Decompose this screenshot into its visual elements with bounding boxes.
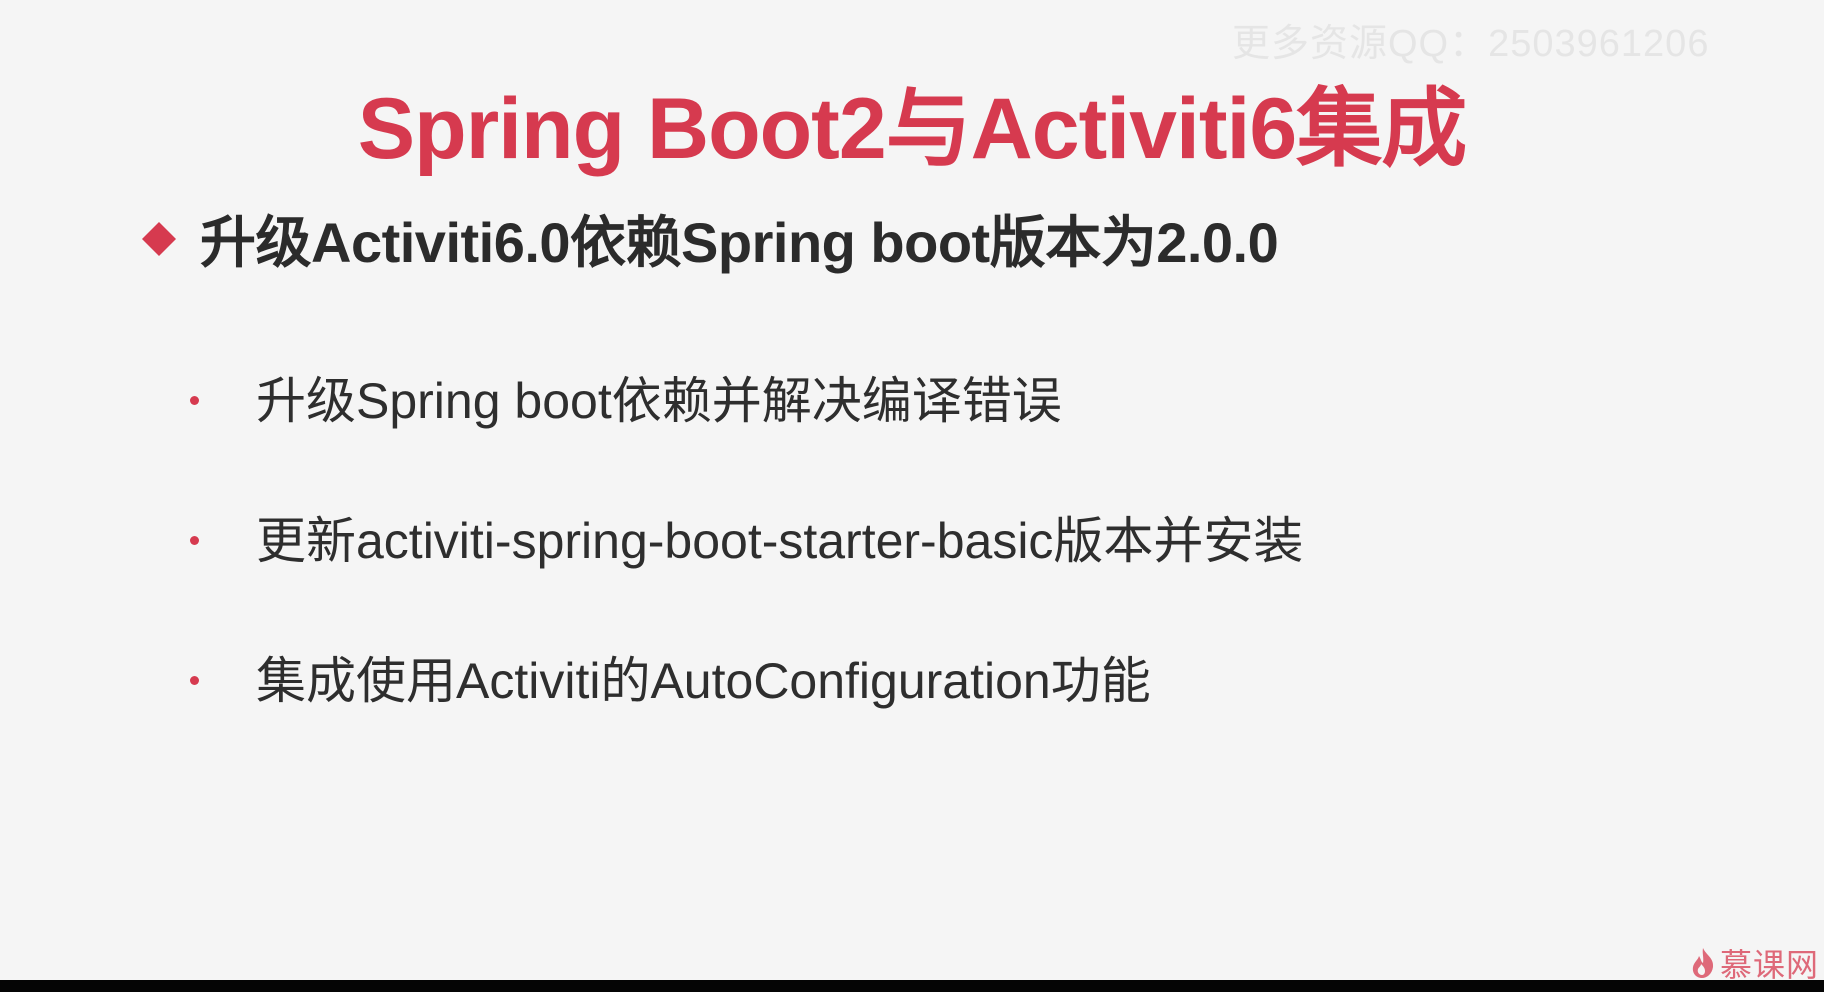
- bullet-list: 升级Spring boot依赖并解决编译错误 更新activiti-spring…: [190, 330, 1303, 750]
- list-item: 集成使用Activiti的AutoConfiguration功能: [190, 610, 1303, 750]
- slide-title: Spring Boot2与Activiti6集成: [357, 81, 1467, 177]
- dot-icon: [190, 395, 199, 405]
- diamond-icon: [142, 221, 176, 256]
- heading-row: 升级Activiti6.0依赖Spring boot版本为2.0.0: [142, 198, 1279, 279]
- heading-text: 升级Activiti6.0依赖Spring boot版本为2.0.0: [200, 211, 1279, 274]
- list-item: 更新activiti-spring-boot-starter-basic版本并安…: [190, 470, 1303, 610]
- bullet-text: 更新activiti-spring-boot-starter-basic版本并安…: [256, 513, 1304, 569]
- bullet-text: 升级Spring boot依赖并解决编译错误: [256, 373, 1062, 429]
- bottom-bar: [0, 980, 1824, 992]
- list-item: 升级Spring boot依赖并解决编译错误: [190, 330, 1303, 470]
- flame-icon: [1690, 947, 1716, 979]
- dot-icon: [190, 675, 199, 685]
- slide: 更多资源QQ：2503961206 Spring Boot2与Activiti6…: [0, 0, 1824, 983]
- bullet-text: 集成使用Activiti的AutoConfiguration功能: [256, 653, 1151, 709]
- dot-icon: [190, 535, 199, 545]
